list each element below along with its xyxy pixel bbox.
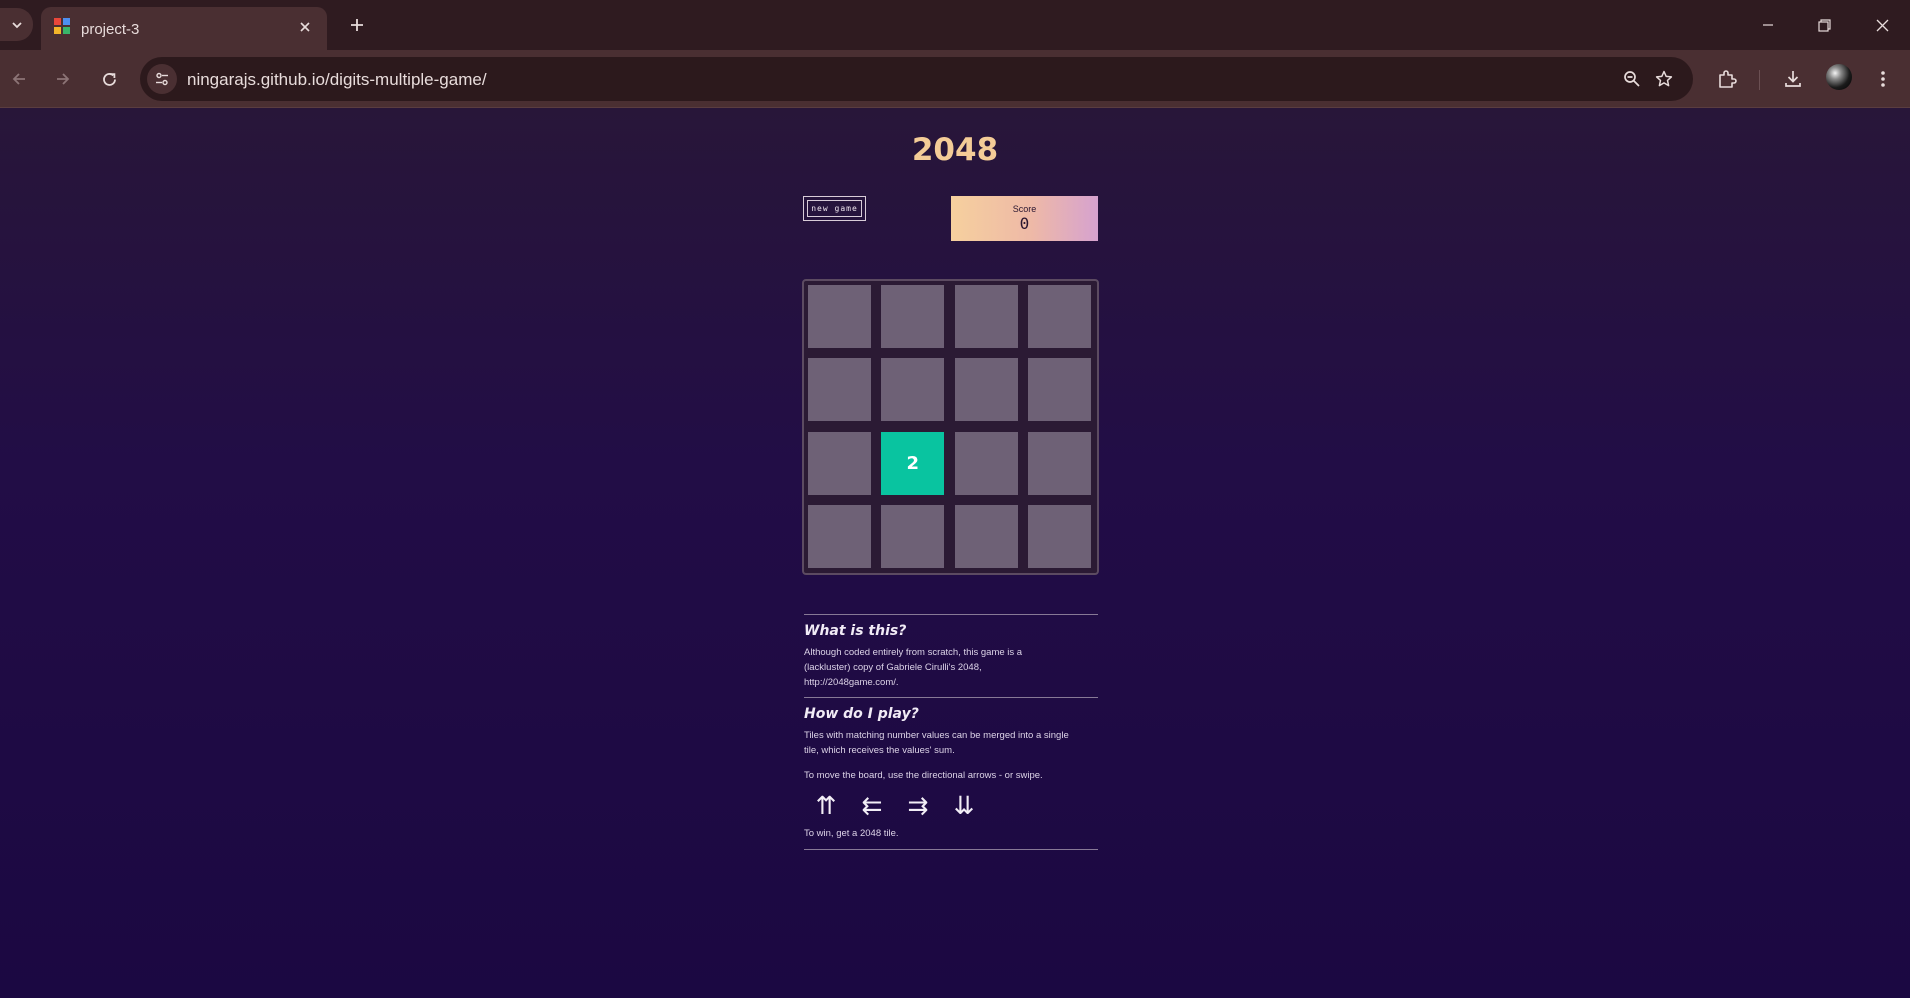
what-text-line: http://2048game.com/.: [804, 677, 899, 688]
score-value: 0: [1019, 214, 1030, 233]
tab-close-button[interactable]: [293, 15, 317, 39]
how-heading: How do I play?: [804, 706, 919, 722]
arrow-right-icon: ⇉: [907, 791, 929, 820]
minimize-icon: [1763, 24, 1773, 26]
divider: [804, 849, 1098, 850]
browser-tab[interactable]: project-3: [41, 7, 327, 50]
favicon-icon: [54, 18, 70, 34]
what-text-line: Although coded entirely from scratch, th…: [804, 647, 1023, 658]
arrow-left-icon: ⇇: [861, 791, 883, 820]
divider: [804, 614, 1098, 615]
grid-cell: [808, 504, 871, 568]
browser-tab-strip: project-3: [0, 0, 1910, 50]
zoom-out-icon: [1624, 71, 1640, 87]
restore-button[interactable]: [1804, 10, 1844, 40]
win-text: To win, get a 2048 tile.: [804, 828, 899, 839]
grid-cell: [954, 504, 1018, 568]
downloads-button[interactable]: [1778, 64, 1808, 94]
browser-toolbar: ningarajs.github.io/digits-multiple-game…: [0, 50, 1910, 108]
chevron-down-icon: [11, 21, 22, 28]
zoom-button[interactable]: [1620, 67, 1644, 91]
reload-icon: [102, 72, 116, 86]
minimize-button[interactable]: [1748, 10, 1788, 40]
close-icon: [1876, 19, 1888, 31]
grid-cell: [808, 431, 871, 495]
site-info-button[interactable]: [147, 64, 177, 94]
back-button[interactable]: [4, 64, 34, 94]
forward-button[interactable]: [48, 64, 78, 94]
score-label: Score: [1012, 204, 1037, 214]
extensions-button[interactable]: [1712, 64, 1742, 94]
grid-cell: [1027, 285, 1091, 348]
close-icon: [300, 22, 310, 32]
grid-cell: [881, 504, 945, 568]
grid-cell: [954, 431, 1018, 495]
grid-cell: [1027, 504, 1091, 568]
arrow-keys: ⇈ ⇇ ⇉ ⇊: [804, 791, 1098, 820]
star-icon: [1655, 70, 1673, 87]
what-heading: What is this?: [804, 623, 907, 639]
menu-button[interactable]: [1868, 64, 1898, 94]
new-game-button[interactable]: new game: [803, 196, 866, 221]
more-vertical-icon: [1881, 71, 1885, 87]
grid-cell: [881, 285, 945, 348]
url-text: ningarajs.github.io/digits-multiple-game…: [187, 70, 487, 89]
restore-icon: [1817, 18, 1831, 32]
move-text: To move the board, use the directional a…: [804, 770, 1043, 781]
arrow-up-icon: ⇈: [815, 791, 837, 820]
grid-cell: [954, 358, 1018, 422]
reload-button[interactable]: [94, 64, 124, 94]
grid-cell: [808, 285, 871, 348]
arrow-right-icon: [57, 73, 70, 85]
how-text-line: Tiles with matching number values can be…: [804, 730, 1069, 741]
what-text-line: (lackluster) copy of Gabriele Cirulli's …: [804, 662, 982, 673]
game-board[interactable]: 2: [802, 279, 1099, 575]
grid-cell: [881, 358, 945, 422]
page-content: 2048 new game Score 0 2 What is this? Al…: [0, 108, 1910, 998]
window-close-button[interactable]: [1862, 10, 1902, 40]
how-text-line: tile, which receives the values' sum.: [804, 745, 955, 756]
grid-cell: [1027, 431, 1091, 495]
puzzle-icon: [1719, 70, 1737, 88]
download-icon: [1785, 71, 1801, 87]
tile: 2: [881, 431, 945, 495]
plus-icon: [351, 19, 363, 31]
arrow-down-icon: ⇊: [953, 791, 975, 820]
address-bar[interactable]: ningarajs.github.io/digits-multiple-game…: [140, 57, 1693, 101]
bookmark-button[interactable]: [1652, 67, 1676, 91]
divider: [804, 697, 1098, 698]
toolbar-divider: [1759, 70, 1760, 90]
tune-icon: [156, 72, 168, 86]
grid-cell: [1027, 358, 1091, 422]
score-box: Score 0: [951, 196, 1098, 241]
tab-title: project-3: [81, 21, 140, 38]
info-section: What is this? Although coded entirely fr…: [804, 614, 1098, 850]
grid-cell: [954, 285, 1018, 348]
new-tab-button[interactable]: [342, 10, 372, 40]
grid-cell: [808, 358, 871, 422]
game-title: 2048: [911, 132, 999, 168]
new-game-label: new game: [807, 200, 862, 217]
arrow-left-icon: [12, 73, 25, 85]
tab-search-button[interactable]: [0, 8, 33, 41]
profile-avatar[interactable]: [1826, 64, 1852, 90]
